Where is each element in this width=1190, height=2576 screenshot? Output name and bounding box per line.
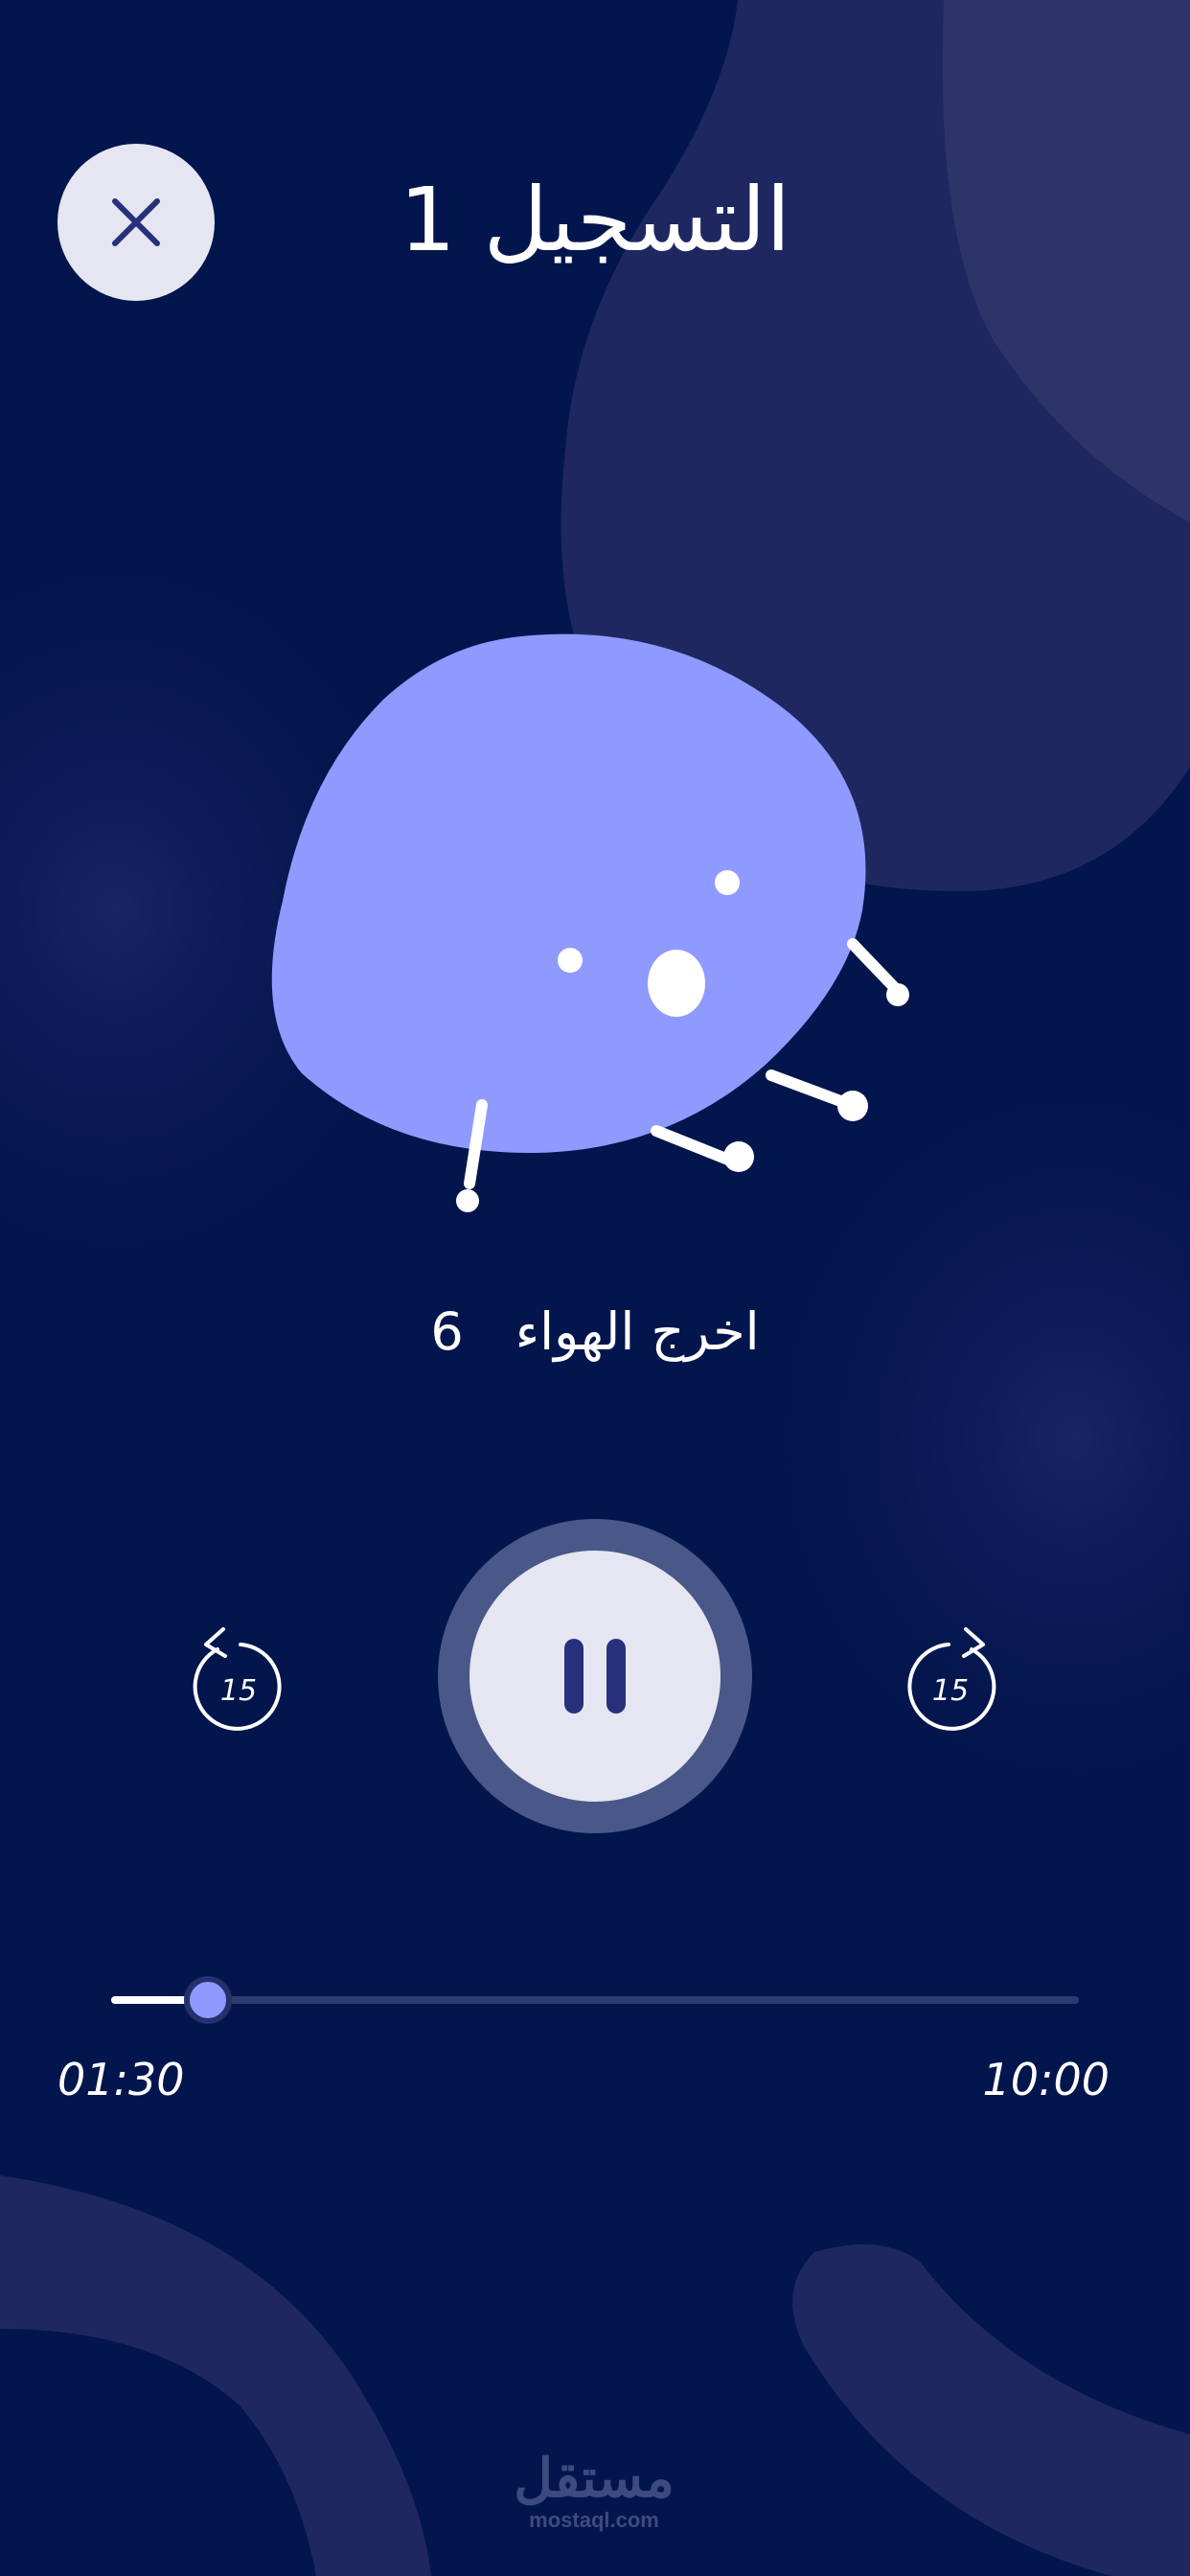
exercise-count: 6	[430, 1301, 464, 1362]
rewind-15-icon: 15	[193, 1627, 282, 1731]
close-button[interactable]	[57, 144, 215, 301]
watermark-arabic: مستقل	[514, 2448, 675, 2508]
exercise-name: اخرج الهواء	[515, 1301, 760, 1362]
forward-15-icon: 15	[907, 1627, 996, 1731]
watermark-logo: مستقل mostaql.com	[498, 2449, 690, 2533]
skip-forward-amount: 15	[932, 1674, 969, 1708]
close-icon	[112, 198, 160, 246]
skip-back-amount: 15	[220, 1674, 257, 1708]
progress-thumb[interactable]	[184, 1976, 232, 2024]
breathing-creature-illustration	[271, 633, 909, 1212]
exercise-step-label: اخرج الهواء 6	[287, 1294, 903, 1370]
skip-back-button[interactable]: 15	[185, 1618, 290, 1733]
background-decoration	[0, 0, 1190, 2576]
total-time: 10:00	[982, 2054, 1110, 2105]
play-control	[438, 1519, 752, 1833]
elapsed-time: 01:30	[57, 2054, 185, 2105]
skip-forward-button[interactable]: 15	[899, 1618, 1004, 1733]
progress-track[interactable]	[111, 1996, 1079, 2004]
pause-icon-bar-left	[564, 1639, 584, 1714]
page-title: التسجيل 1	[399, 169, 791, 271]
pause-button[interactable]	[469, 1551, 721, 1802]
watermark-domain: mostaql.com	[529, 2508, 659, 2532]
pause-icon-bar-right	[606, 1639, 626, 1714]
